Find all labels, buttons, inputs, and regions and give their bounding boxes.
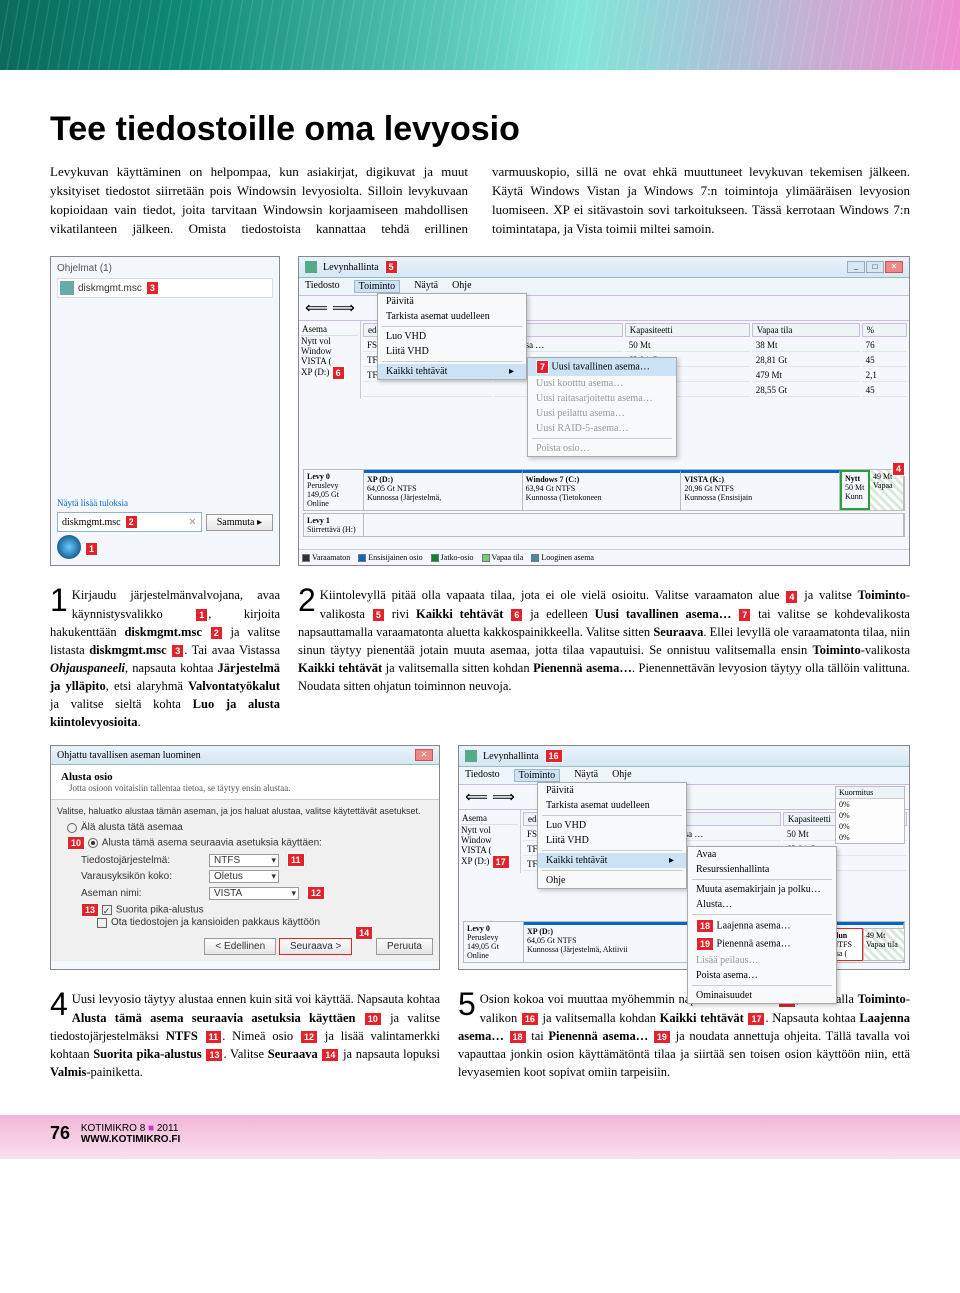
screenshot-disk-management-2: Levynhallinta 16 Tiedosto Toiminto Näytä… — [458, 745, 910, 970]
badge-11: 11 — [287, 853, 305, 867]
menu-file[interactable]: Tiedosto — [465, 769, 500, 782]
start-search-input[interactable]: diskmgmt.msc 2 ✕ — [57, 512, 202, 532]
disk-legend: Varaamaton Ensisijainen osio Jatko-osio … — [299, 549, 909, 565]
partition[interactable]: Nytt50 MtKunn — [840, 470, 870, 510]
start-programs-heading: Ohjelmat (1) — [57, 263, 273, 274]
screenshot-start-menu: Ohjelmat (1) diskmgmt.msc 3 Näytä lisää … — [50, 256, 280, 566]
menu-help[interactable]: Ohje — [612, 769, 631, 782]
badge-5: 5 — [385, 260, 398, 274]
action-dropdown: Päivitä Tarkista asemat uudelleen Luo VH… — [377, 293, 527, 380]
page-content: Tee tiedostoille oma levyosio Levykuvan … — [0, 70, 960, 1115]
vol-row[interactable]: XP (D:) 6 — [301, 366, 358, 380]
combo-alloc[interactable]: Oletus — [209, 870, 279, 883]
screenshot-disk-management-1: Levynhallinta 5 _ □ ✕ Tiedosto Toiminto … — [298, 256, 910, 566]
menu-view[interactable]: Näytä — [574, 769, 598, 782]
menu-item-new-simple[interactable]: 7 Uusi tavallinen asema… — [528, 358, 676, 376]
check-compression[interactable]: Ota tiedostojen ja kansioiden pakkaus kä… — [97, 917, 433, 928]
close-button[interactable]: ✕ — [885, 261, 903, 273]
field-filesystem: Tiedostojärjestelmä: NTFS 11 — [81, 853, 433, 867]
field-volname: Aseman nimi: VISTA 12 — [81, 886, 433, 900]
step-4-caption: 4 Uusi levyosio täytyy alustaa ennen kui… — [50, 990, 440, 1081]
radio-format-with[interactable]: 10 Alusta tämä asema seuraavia asetuksia… — [67, 836, 433, 850]
vol-col-header: Asema — [301, 323, 358, 336]
combo-fs[interactable]: NTFS — [209, 854, 279, 867]
menu-item: Poista osio… — [528, 441, 676, 456]
menu-item-all-tasks[interactable]: Kaikki tehtävät ▸ — [378, 364, 526, 379]
menu-action[interactable]: Toiminto — [514, 769, 561, 782]
step-5-caption: 5 Osion kokoa voi muuttaa myöhemmin naps… — [458, 990, 910, 1081]
file-icon — [60, 281, 74, 295]
menu-item: Uusi raitasarjoitettu asema… — [528, 391, 676, 406]
menu-item: Uusi RAID-5-asema… — [528, 421, 676, 436]
article-title: Tee tiedostoille oma levyosio — [50, 110, 910, 149]
tasks-submenu: 7 Uusi tavallinen asema… Uusi kootttu as… — [527, 357, 677, 457]
badge-6: 6 — [332, 366, 345, 380]
intro-paragraph: Levykuvan käyttäminen on helpompaa, kun … — [50, 163, 910, 238]
window-title-text: Levynhallinta — [483, 751, 539, 762]
see-more-results-link[interactable]: Näytä lisää tuloksia — [57, 498, 273, 508]
window-titlebar[interactable]: Levynhallinta 5 _ □ ✕ — [299, 257, 909, 278]
maximize-button[interactable]: □ — [866, 261, 884, 273]
vol-row[interactable]: Nytt vol — [301, 336, 358, 346]
badge-13: 13 — [81, 903, 99, 917]
menu-item: Uusi peilattu asema… — [528, 406, 676, 421]
wizard-title: Ohjattu tavallisen aseman luominen — [57, 750, 201, 761]
vol-row[interactable]: VISTA ( — [301, 356, 358, 366]
badge-16: 16 — [545, 749, 563, 763]
badge-1: 1 — [85, 542, 98, 556]
close-button[interactable]: ✕ — [415, 749, 433, 761]
next-button[interactable]: Seuraava > — [279, 938, 352, 955]
window-title-text: Levynhallinta — [323, 262, 379, 273]
disk-0-row: Levy 0 Peruslevy 149,05 Gt Online XP (D:… — [303, 469, 905, 511]
menu-item[interactable]: Tarkista asemat uudelleen — [378, 309, 526, 324]
partition[interactable]: XP (D:)64,05 Gt NTFSKunnossa (Järjestelm… — [364, 470, 523, 510]
start-orb-icon[interactable] — [57, 535, 81, 559]
badge-17: 17 — [492, 855, 510, 869]
cancel-button[interactable]: Peruuta — [376, 938, 433, 955]
menu-view[interactable]: Näytä — [414, 280, 438, 293]
unallocated-space[interactable]: 4 49 MtVapaa — [870, 470, 904, 510]
step-2-caption: 2 Kiintolevyllä pitää olla vapaata tilaa… — [298, 586, 910, 695]
radio-no-format[interactable]: Älä alusta tätä asemaa — [67, 822, 433, 833]
wizard-subheading: Jotta osioon voitaisiin tallentaa tietoa… — [69, 783, 429, 793]
badge-19: 19 — [696, 937, 714, 951]
shutdown-button[interactable]: Sammuta ▸ — [206, 514, 273, 531]
start-result-label: diskmgmt.msc — [78, 283, 142, 294]
back-button[interactable]: < Edellinen — [204, 938, 276, 955]
partition[interactable]: Windows 7 (C:)63,94 Gt NTFSKunnossa (Tie… — [523, 470, 682, 510]
disk-1-row: Levy 1Siirrettävä (H:) — [303, 513, 905, 537]
app-icon — [465, 750, 477, 762]
screenshot-format-wizard: Ohjattu tavallisen aseman luominen ✕ Alu… — [50, 745, 440, 970]
badge-4: 4 — [892, 462, 905, 476]
badge-7: 7 — [536, 360, 549, 374]
badge-10: 10 — [67, 836, 85, 850]
vol-row[interactable]: Window — [301, 346, 358, 356]
page-footer: 76 KOTIMIKRO 8 ■ 2011 WWW.KOTIMIKRO.FI — [0, 1115, 960, 1159]
menu-item: Uusi kootttu asema… — [528, 376, 676, 391]
field-allocation: Varausyksikön koko: Oletus — [81, 870, 433, 883]
minimize-button[interactable]: _ — [847, 261, 865, 273]
start-result-item[interactable]: diskmgmt.msc 3 — [57, 278, 273, 298]
menu-item[interactable]: Päivitä — [378, 294, 526, 309]
menu-item[interactable]: Luo VHD — [378, 329, 526, 344]
decorative-top-banner — [0, 0, 960, 70]
wizard-heading: Alusta osio — [61, 771, 429, 783]
menu-file[interactable]: Tiedosto — [305, 280, 340, 293]
badge-14: 14 — [355, 926, 373, 940]
check-quick-format[interactable]: 13 Suorita pika-alustus — [81, 903, 433, 917]
app-icon — [305, 261, 317, 273]
step-1-caption: 1 Kirjaudu järjestelmänvalvojana, avaa k… — [50, 586, 280, 731]
partition[interactable]: VISTA (K:)20,96 Gt NTFSKunnossa (Ensisij… — [681, 470, 840, 510]
menu-item[interactable]: Liitä VHD — [378, 344, 526, 359]
menu-help[interactable]: Ohje — [452, 280, 471, 293]
window-buttons: _ □ ✕ — [847, 261, 903, 273]
badge-12: 12 — [307, 886, 325, 900]
badge-3: 3 — [146, 281, 159, 295]
input-volname[interactable]: VISTA — [209, 887, 299, 900]
badge-2: 2 — [125, 515, 138, 529]
menu-action[interactable]: Toiminto — [354, 280, 401, 293]
badge-18: 18 — [696, 919, 714, 933]
